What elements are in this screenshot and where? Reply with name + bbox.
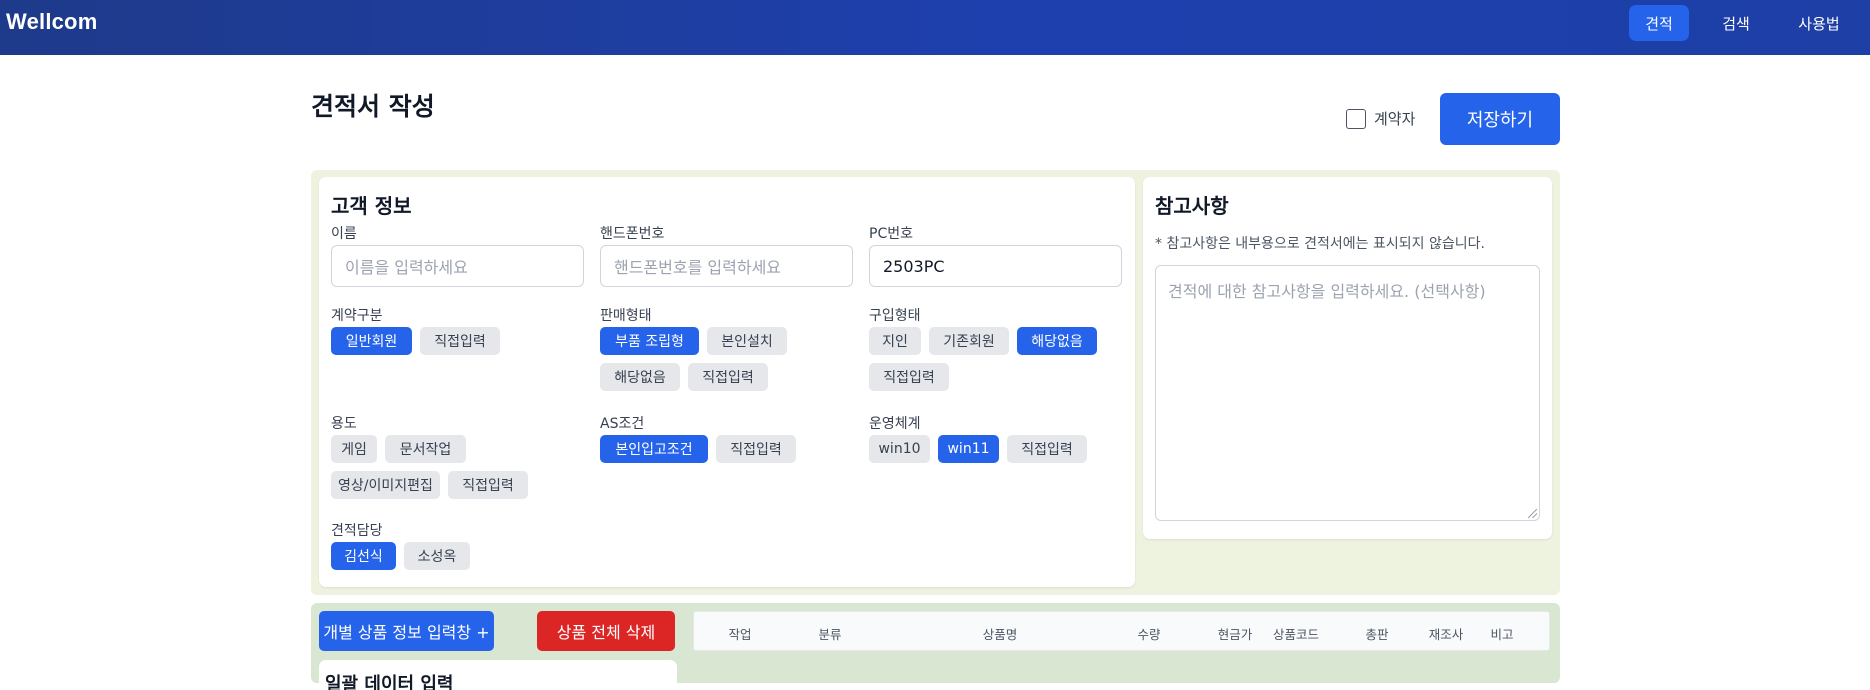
nav-item-guide[interactable]: 사용법 <box>1785 5 1853 41</box>
add-product-button[interactable]: 개별 상품 정보 입력창 + <box>319 611 494 651</box>
chip-os-win10[interactable]: win10 <box>869 435 930 463</box>
chip-sale-none[interactable]: 해당없음 <box>600 363 680 391</box>
chip-sale-assembly[interactable]: 부품 조립형 <box>600 327 699 355</box>
chip-manager-so[interactable]: 소성옥 <box>404 542 470 570</box>
customer-info-title: 고객 정보 <box>331 194 412 218</box>
column-header-category: 분류 <box>818 627 842 642</box>
column-header-recheck: 재조사 <box>1428 627 1464 642</box>
usage-label: 용도 <box>331 416 357 432</box>
chip-contract-regular[interactable]: 일반회원 <box>331 327 412 355</box>
chip-usage-custom[interactable]: 직접입력 <box>448 471 528 499</box>
chip-os-custom[interactable]: 직접입력 <box>1007 435 1087 463</box>
delete-all-products-button[interactable]: 상품 전체 삭제 <box>537 611 675 651</box>
notes-placeholder: 견적에 대한 참고사항을 입력하세요. (선택사항) <box>1168 282 1486 301</box>
column-header-distributor: 총판 <box>1365 627 1389 642</box>
column-header-quantity: 수량 <box>1137 627 1161 642</box>
page-title: 견적서 작성 <box>311 92 435 121</box>
top-navbar: Wellcom 견적 검색 사용법 <box>0 0 1870 55</box>
chip-as-self-dropoff[interactable]: 본인입고조건 <box>600 435 708 463</box>
chip-usage-document[interactable]: 문서작업 <box>385 435 466 463</box>
chip-sale-self-install[interactable]: 본인설치 <box>707 327 787 355</box>
chip-manager-kim[interactable]: 김선식 <box>331 542 396 570</box>
as-condition-label: AS조건 <box>600 416 645 432</box>
column-header-product-name: 상품명 <box>982 627 1018 642</box>
chip-usage-video-edit[interactable]: 영상/이미지편집 <box>331 471 440 499</box>
column-header-cash-price: 현금가 <box>1217 627 1253 642</box>
notes-card: 참고사항 * 참고사항은 내부용으로 견적서에는 표시되지 않습니다. 견적에 … <box>1143 177 1552 539</box>
chip-purchase-custom[interactable]: 직접입력 <box>869 363 949 391</box>
os-label: 운영체계 <box>869 416 921 432</box>
notes-title: 참고사항 <box>1155 194 1229 218</box>
chip-as-custom[interactable]: 직접입력 <box>716 435 796 463</box>
chip-usage-game[interactable]: 게임 <box>331 435 377 463</box>
pc-number-label: PC번호 <box>869 226 913 242</box>
phone-input[interactable]: 핸드폰번호를 입력하세요 <box>600 245 853 287</box>
contract-checkbox[interactable] <box>1346 108 1366 129</box>
product-table-header: 작업 분류 상품명 수량 현금가 상품코드 총판 재조사 비고 <box>693 611 1550 651</box>
name-label: 이름 <box>331 226 357 242</box>
pc-number-input[interactable]: 2503PC <box>869 245 1122 287</box>
nav-item-search[interactable]: 검색 <box>1706 5 1766 41</box>
chip-os-win11[interactable]: win11 <box>938 435 999 463</box>
column-header-remarks: 비고 <box>1490 627 1514 642</box>
phone-label: 핸드폰번호 <box>600 226 665 242</box>
chip-purchase-acquaintance[interactable]: 지인 <box>869 327 921 355</box>
purchase-type-label: 구입형태 <box>869 308 921 324</box>
nav-item-estimate[interactable]: 견적 <box>1629 5 1689 41</box>
save-button[interactable]: 저장하기 <box>1440 93 1560 145</box>
contract-checkbox-group[interactable]: 계약자 <box>1346 108 1415 129</box>
name-input[interactable]: 이름을 입력하세요 <box>331 245 584 287</box>
brand-logo[interactable]: Wellcom <box>6 9 97 35</box>
column-header-product-code: 상품코드 <box>1272 627 1320 642</box>
bulk-input-title: 일괄 데이터 입력 <box>325 674 454 690</box>
chip-contract-custom[interactable]: 직접입력 <box>420 327 500 355</box>
notes-hint: * 참고사항은 내부용으로 견적서에는 표시되지 않습니다. <box>1155 236 1485 252</box>
chip-sale-custom[interactable]: 직접입력 <box>688 363 768 391</box>
customer-info-card: 고객 정보 이름 이름을 입력하세요 핸드폰번호 핸드폰번호를 입력하세요 PC… <box>319 177 1135 587</box>
chip-purchase-none[interactable]: 해당없음 <box>1017 327 1097 355</box>
column-header-action: 작업 <box>728 627 752 642</box>
manager-label: 견적담당 <box>331 523 383 539</box>
sale-type-label: 판매형태 <box>600 308 652 324</box>
contract-type-label: 계약구분 <box>331 308 383 324</box>
resize-handle-icon[interactable] <box>1528 509 1537 518</box>
bulk-input-card: 일괄 데이터 입력 <box>319 660 677 690</box>
notes-textarea[interactable]: 견적에 대한 참고사항을 입력하세요. (선택사항) <box>1155 265 1540 521</box>
contract-checkbox-label[interactable]: 계약자 <box>1374 108 1415 129</box>
chip-purchase-existing[interactable]: 기존회원 <box>929 327 1009 355</box>
